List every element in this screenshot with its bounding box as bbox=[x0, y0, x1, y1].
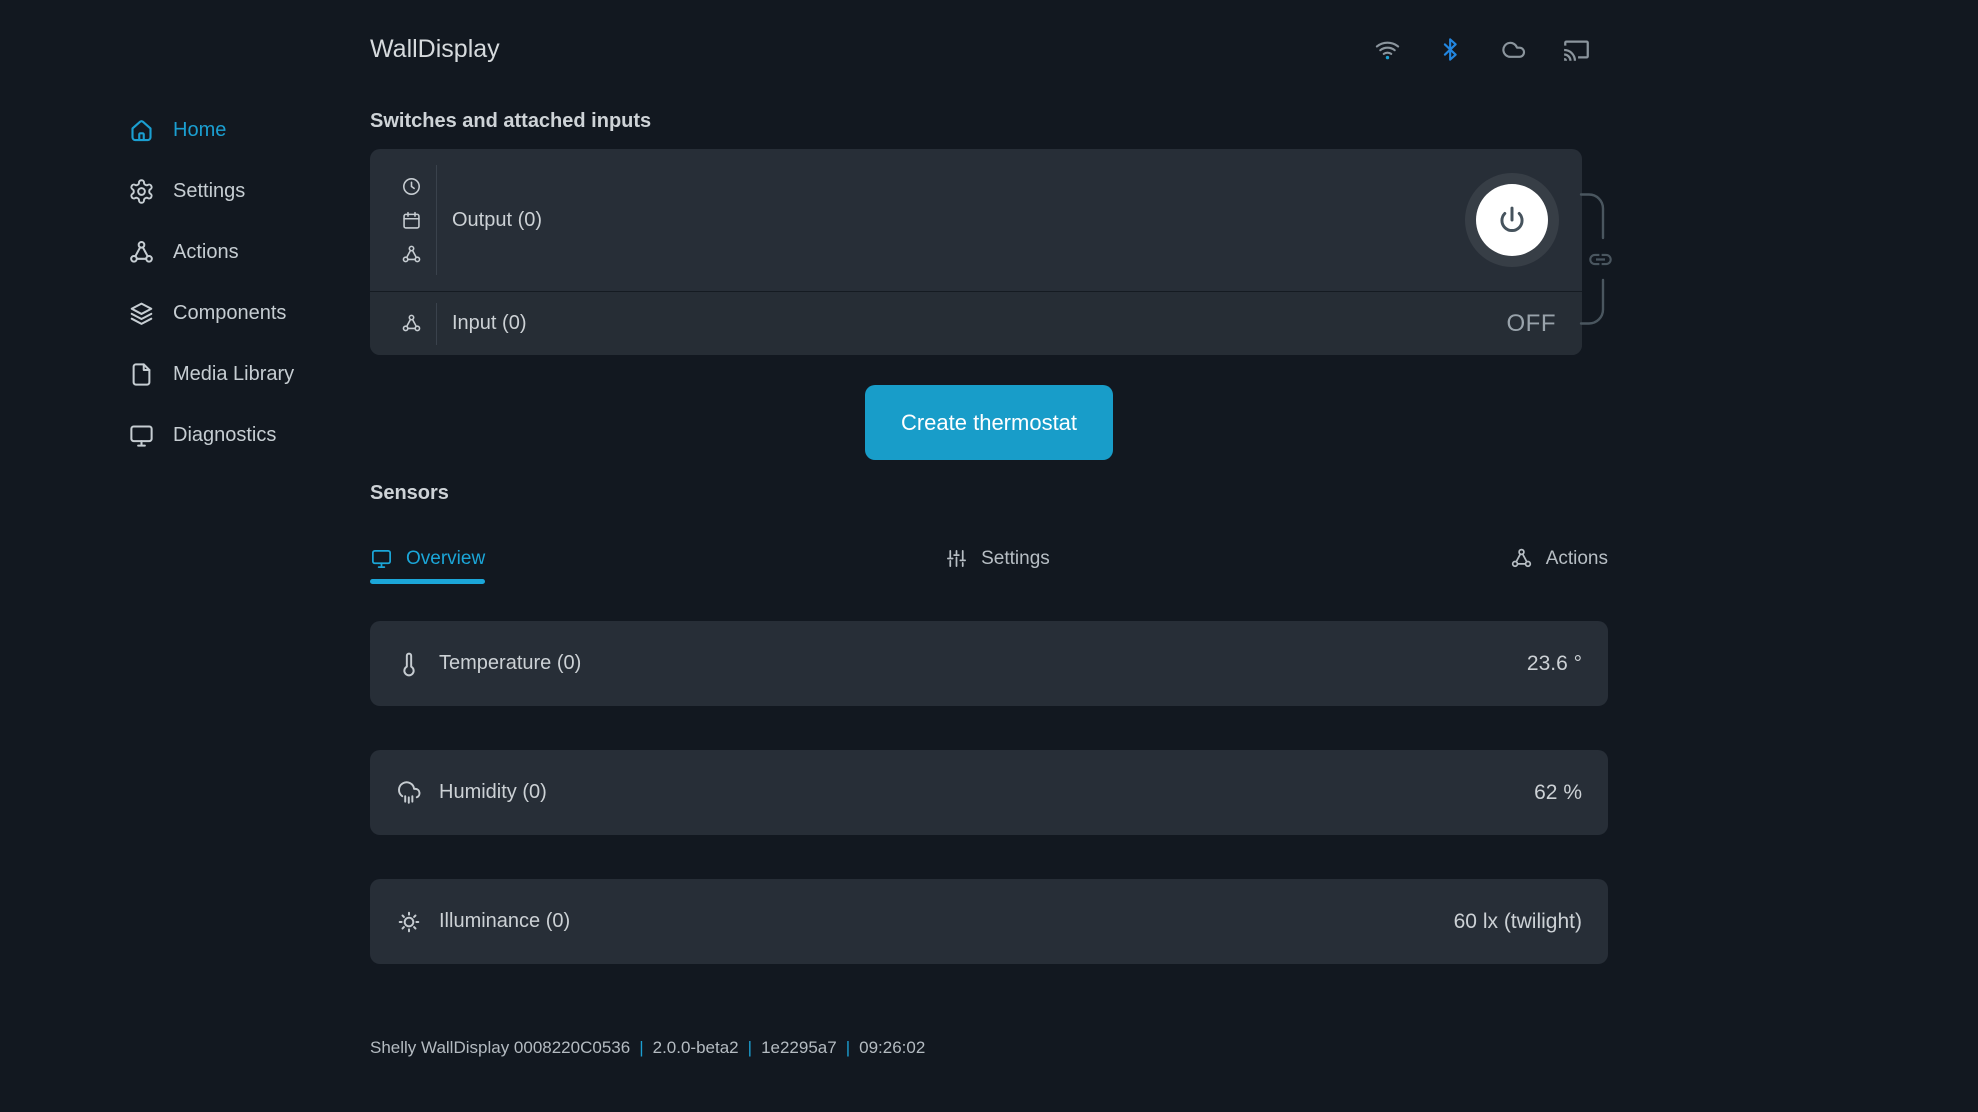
device-info-footer: Shelly WallDisplay 0008220C0536 | 2.0.0-be… bbox=[370, 1038, 1608, 1058]
power-icon bbox=[1495, 203, 1529, 237]
webhook-icon bbox=[401, 313, 422, 334]
sensor-value: 60 lx (twilight) bbox=[1454, 910, 1582, 934]
footer-separator: | bbox=[639, 1038, 643, 1057]
sidebar-item-label: Actions bbox=[173, 241, 239, 264]
sidebar-item-label: Diagnostics bbox=[173, 424, 276, 447]
footer-version: 2.0.0-beta2 bbox=[653, 1038, 739, 1057]
footer-device: Shelly WallDisplay 0008220C0536 bbox=[370, 1038, 630, 1057]
tab-label: Overview bbox=[406, 548, 485, 570]
sun-icon bbox=[396, 909, 422, 935]
tab-settings[interactable]: Settings bbox=[945, 547, 1050, 584]
file-icon bbox=[128, 361, 155, 388]
input-state: OFF bbox=[1507, 310, 1557, 338]
sidebar-item-media-library[interactable]: Media Library bbox=[128, 344, 294, 405]
sidebar-item-label: Settings bbox=[173, 180, 245, 203]
sidebar-item-label: Home bbox=[173, 119, 226, 142]
webhook-icon bbox=[401, 244, 422, 265]
monitor-icon bbox=[128, 422, 155, 449]
topbar: WallDisplay bbox=[370, 26, 1608, 72]
cloud-drizzle-icon bbox=[396, 780, 422, 806]
layers-icon bbox=[128, 300, 155, 327]
tab-label: Settings bbox=[981, 548, 1050, 570]
sidebar-item-diagnostics[interactable]: Diagnostics bbox=[128, 405, 294, 466]
main-content: WallDisplay bbox=[370, 0, 1608, 1058]
footer-separator: | bbox=[748, 1038, 752, 1057]
sensors-heading: Sensors bbox=[370, 482, 1608, 505]
switches-panel: Output (0) Input (0) bbox=[370, 149, 1582, 355]
sensor-row-illuminance[interactable]: Illuminance (0) 60 lx (twilight) bbox=[370, 879, 1608, 964]
status-icons bbox=[1374, 36, 1590, 63]
footer-separator: | bbox=[846, 1038, 850, 1057]
sidebar-item-components[interactable]: Components bbox=[128, 283, 294, 344]
webhook-icon bbox=[1510, 547, 1533, 570]
input-divider-line bbox=[436, 303, 437, 345]
cast-icon[interactable] bbox=[1563, 36, 1590, 63]
power-toggle-button[interactable] bbox=[1476, 184, 1548, 256]
input-icon-wrap bbox=[398, 313, 424, 334]
sensor-label: Illuminance (0) bbox=[439, 910, 570, 933]
sidebar-item-home[interactable]: Home bbox=[128, 100, 294, 161]
sidebar-item-settings[interactable]: Settings bbox=[128, 161, 294, 222]
sensor-row-humidity[interactable]: Humidity (0) 62 % bbox=[370, 750, 1608, 835]
tab-actions[interactable]: Actions bbox=[1510, 547, 1608, 584]
output-label: Output (0) bbox=[452, 209, 542, 232]
output-icon-stack bbox=[398, 176, 424, 265]
sidebar-item-label: Media Library bbox=[173, 363, 294, 386]
sensor-value: 62 % bbox=[1534, 781, 1582, 805]
footer-build: 1e2295a7 bbox=[761, 1038, 837, 1057]
input-label: Input (0) bbox=[452, 312, 526, 335]
webhook-icon bbox=[128, 239, 155, 266]
cloud-icon[interactable] bbox=[1500, 36, 1527, 63]
home-icon bbox=[128, 117, 155, 144]
calendar-icon bbox=[401, 210, 422, 231]
sensor-value: 23.6 ° bbox=[1527, 652, 1582, 676]
thermometer-icon bbox=[396, 651, 422, 677]
sidebar: Home Settings Actions Components bbox=[128, 100, 294, 466]
tab-overview[interactable]: Overview bbox=[370, 547, 485, 584]
create-thermostat-button[interactable]: Create thermostat bbox=[865, 385, 1113, 460]
tab-label: Actions bbox=[1546, 548, 1608, 570]
input-row[interactable]: Input (0) OFF bbox=[370, 292, 1582, 355]
clock-icon bbox=[401, 176, 422, 197]
output-row[interactable]: Output (0) bbox=[370, 149, 1582, 291]
link-icon[interactable] bbox=[1587, 246, 1614, 273]
page-title: WallDisplay bbox=[370, 35, 500, 64]
output-divider-line bbox=[436, 165, 437, 275]
cta-row: Create thermostat bbox=[370, 385, 1608, 460]
monitor-icon bbox=[370, 547, 393, 570]
wifi-icon[interactable] bbox=[1374, 36, 1401, 63]
bluetooth-icon[interactable] bbox=[1437, 36, 1464, 63]
sensor-label: Humidity (0) bbox=[439, 781, 547, 804]
sliders-icon bbox=[945, 547, 968, 570]
gear-icon bbox=[128, 178, 155, 205]
sensor-label: Temperature (0) bbox=[439, 652, 581, 675]
sensor-row-temperature[interactable]: Temperature (0) 23.6 ° bbox=[370, 621, 1608, 706]
sidebar-item-label: Components bbox=[173, 302, 286, 325]
sensors-tabs: Overview Settings Actions bbox=[370, 547, 1608, 595]
sidebar-item-actions[interactable]: Actions bbox=[128, 222, 294, 283]
switches-heading: Switches and attached inputs bbox=[370, 110, 1608, 133]
footer-time: 09:26:02 bbox=[859, 1038, 925, 1057]
